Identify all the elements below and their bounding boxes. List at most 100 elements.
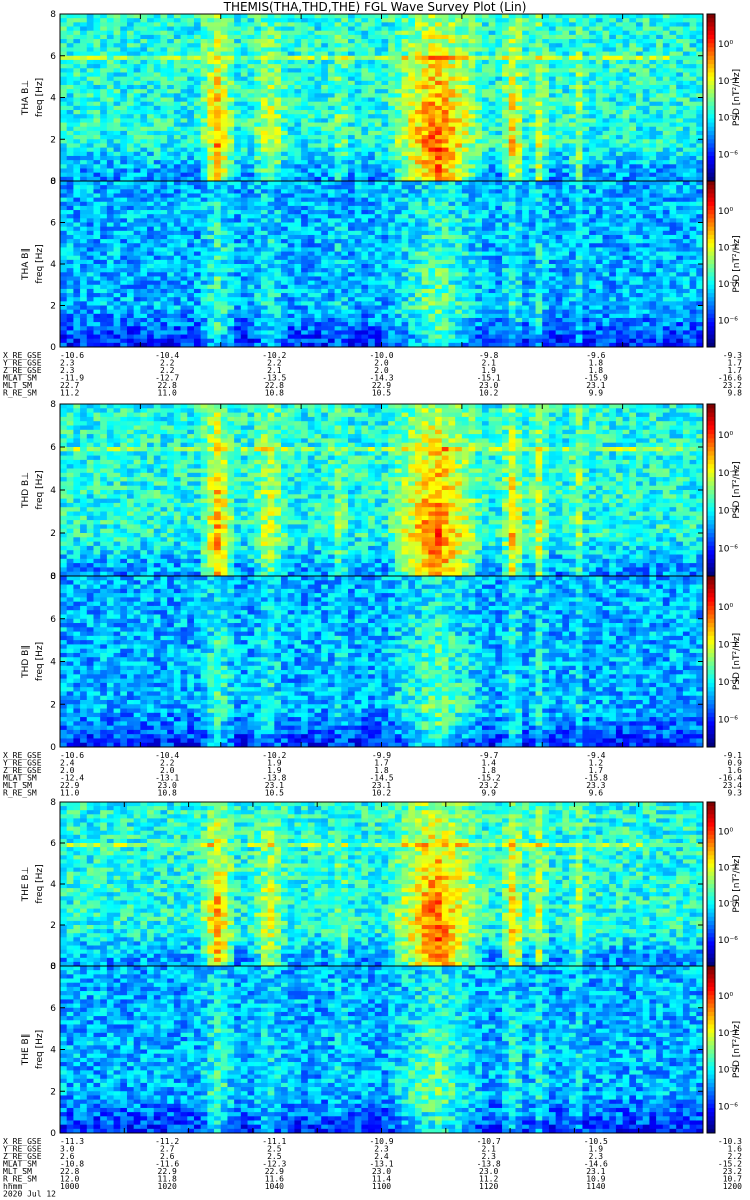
spectrogram-cell	[73, 214, 80, 219]
spectrogram-cell	[207, 118, 214, 123]
spectrogram-cell	[214, 264, 221, 269]
spectrogram-cell	[609, 139, 616, 144]
spectrogram-cell	[556, 85, 563, 90]
spectrogram-cell	[154, 268, 161, 273]
spectrogram-cell	[160, 81, 167, 86]
spectrogram-cell	[181, 89, 188, 94]
spectrogram-cell	[623, 110, 630, 115]
spectrogram-cell	[154, 27, 161, 32]
spectrogram-cell	[569, 102, 576, 107]
spectrogram-cell	[643, 35, 650, 40]
spectrogram-cell	[294, 18, 301, 23]
spectrogram-cell	[80, 114, 87, 119]
spectrogram-cell	[448, 85, 455, 90]
spectrogram-cell	[355, 68, 362, 73]
spectrogram-cell	[576, 27, 583, 32]
spectrogram-cell	[576, 156, 583, 161]
spectrogram-cell	[435, 168, 442, 173]
spectrogram-cell	[187, 264, 194, 269]
spectrogram-cell	[227, 43, 234, 48]
spectrogram-cell	[328, 164, 335, 169]
spectrogram-cell	[227, 231, 234, 236]
spectrogram-cell	[93, 56, 100, 61]
spectrogram-cell	[60, 81, 67, 86]
spectrogram-cell	[301, 131, 308, 136]
spectrogram-cell	[569, 139, 576, 144]
spectrogram-cell	[696, 98, 703, 103]
spectrogram-cell	[402, 81, 409, 86]
spectrogram-cell	[469, 31, 476, 36]
spectrogram-cell	[140, 330, 147, 335]
spectrogram-cell	[576, 173, 583, 178]
spectrogram-cell	[214, 168, 221, 173]
spectrogram-cell	[649, 102, 656, 107]
spectrogram-cell	[502, 131, 509, 136]
spectrogram-cell	[174, 289, 181, 294]
spectrogram-cell	[569, 77, 576, 82]
spectrogram-cell	[603, 72, 610, 77]
spectrogram-cell	[335, 72, 342, 77]
spectrogram-cell	[395, 102, 402, 107]
spectrogram-cell	[87, 27, 94, 32]
spectrogram-cell	[582, 64, 589, 69]
spectrogram-cell	[315, 173, 322, 178]
spectrogram-cell	[261, 118, 268, 123]
spectrogram-cell	[187, 110, 194, 115]
spectrogram-cell	[428, 60, 435, 65]
spectrogram-cell	[60, 289, 67, 294]
spectrogram-cell	[181, 293, 188, 298]
spectrogram-cell	[515, 102, 522, 107]
spectrogram-cell	[160, 276, 167, 281]
spectrogram-cell	[227, 218, 234, 223]
spectrogram-cell	[683, 14, 690, 19]
spectrogram-cell	[623, 47, 630, 52]
spectrogram-cell	[67, 247, 74, 252]
spectrogram-cell	[60, 223, 67, 228]
spectrogram-cell	[187, 98, 194, 103]
spectrogram-cell	[120, 106, 127, 111]
spectrogram-cell	[355, 110, 362, 115]
spectrogram-cell	[274, 14, 281, 19]
spectrogram-cell	[569, 68, 576, 73]
spectrogram-cell	[254, 31, 261, 36]
spectrogram-cell	[388, 139, 395, 144]
spectrogram-cell	[234, 264, 241, 269]
spectrogram-cell	[656, 131, 663, 136]
spectrogram-cell	[603, 93, 610, 98]
spectrogram-cell	[448, 43, 455, 48]
spectrogram-cell	[234, 18, 241, 23]
spectrogram-cell	[294, 135, 301, 140]
spectrogram-cell	[120, 114, 127, 119]
spectrogram-cell	[582, 118, 589, 123]
spectrogram-cell	[147, 93, 154, 98]
spectrogram-cell	[569, 31, 576, 36]
spectrogram-cell	[422, 127, 429, 132]
spectrogram-cell	[281, 118, 288, 123]
spectrogram-cell	[315, 106, 322, 111]
spectrogram-cell	[562, 118, 569, 123]
spectrogram-cell	[87, 127, 94, 132]
spectrogram-cell	[690, 60, 697, 65]
spectrogram-cell	[301, 64, 308, 69]
spectrogram-cell	[542, 164, 549, 169]
spectrogram-cell	[676, 152, 683, 157]
spectrogram-cell	[629, 39, 636, 44]
spectrogram-cell	[114, 293, 121, 298]
spectrogram-cell	[495, 127, 502, 132]
spectrogram-cell	[623, 143, 630, 148]
spectrogram-cell	[174, 173, 181, 178]
spectrogram-cell	[100, 285, 107, 290]
spectrogram-cell	[67, 106, 74, 111]
spectrogram-cell	[120, 293, 127, 298]
spectrogram-cell	[529, 64, 536, 69]
spectrogram-cell	[187, 135, 194, 140]
spectrogram-cell	[174, 335, 181, 340]
spectrogram-cell	[522, 81, 529, 86]
spectrogram-cell	[187, 143, 194, 148]
spectrogram-cell	[515, 35, 522, 40]
spectrogram-cell	[221, 210, 228, 215]
spectrogram-cell	[87, 39, 94, 44]
spectrogram-cell	[127, 160, 134, 165]
spectrogram-cell	[268, 47, 275, 52]
spectrogram-cell	[67, 110, 74, 115]
